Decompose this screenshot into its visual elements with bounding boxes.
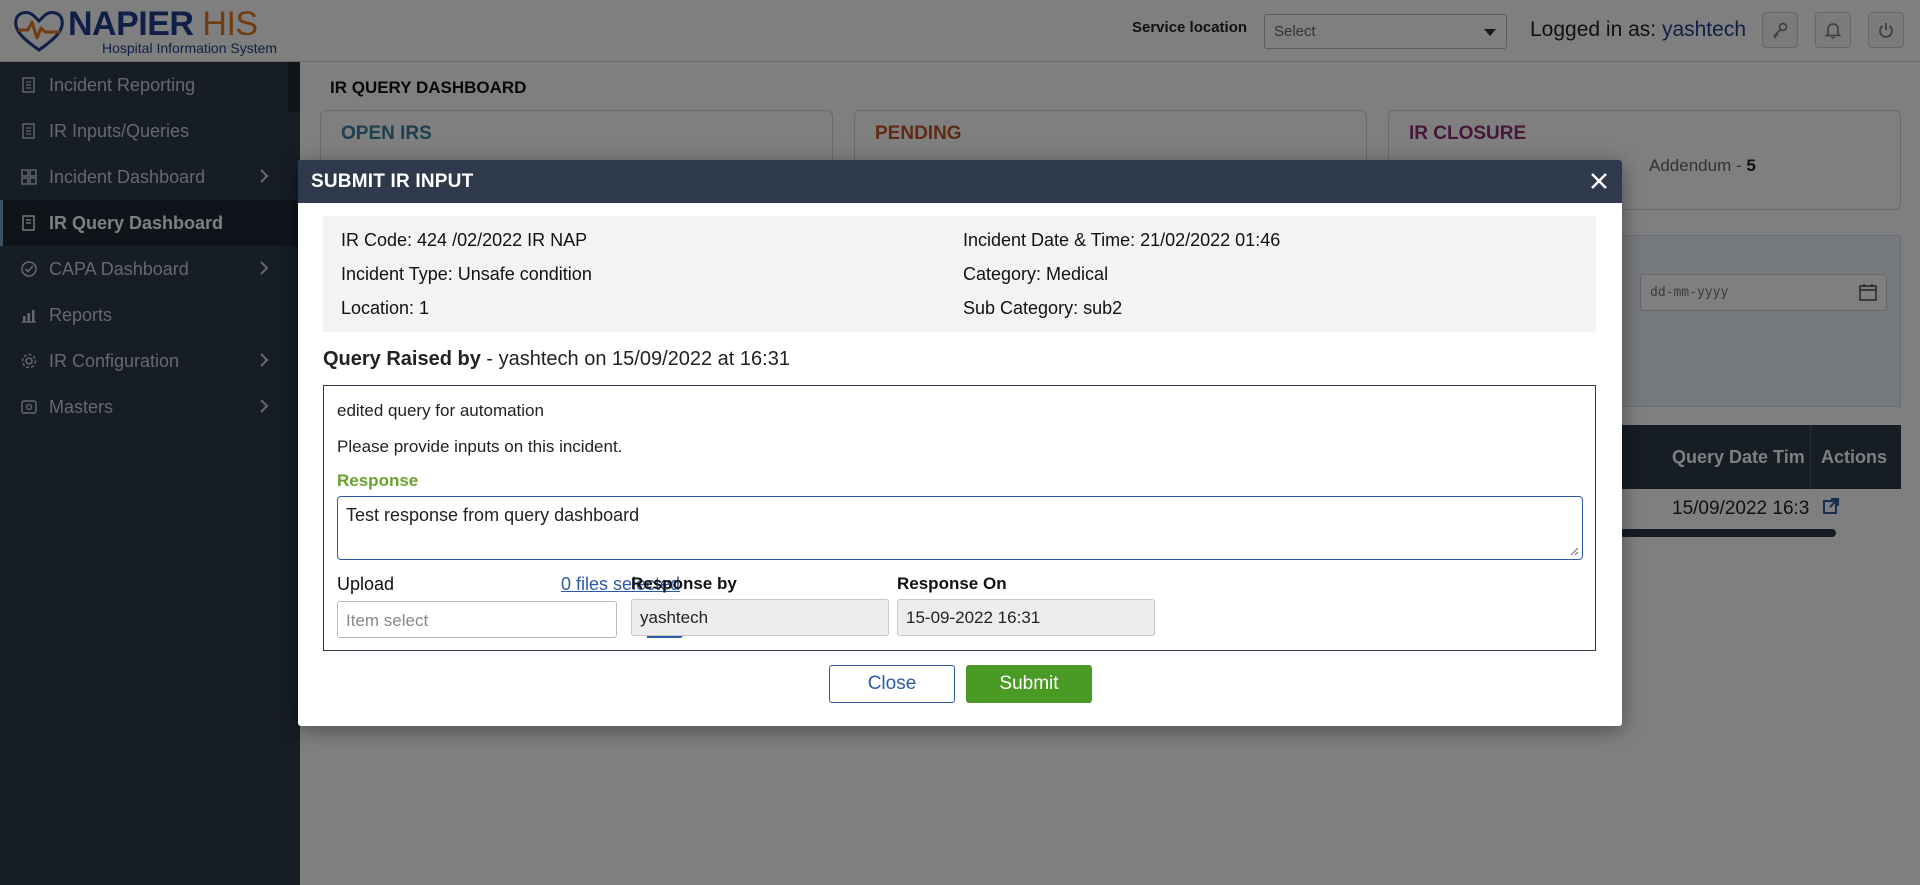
close-button[interactable]: Close bbox=[829, 665, 955, 703]
incident-datetime: Incident Date & Time: 21/02/2022 01:46 bbox=[963, 230, 1281, 250]
response-by-label: Response by bbox=[631, 574, 737, 593]
response-on-label: Response On bbox=[897, 574, 1007, 593]
resize-grip-icon[interactable] bbox=[1569, 546, 1579, 556]
query-text: edited query for automation bbox=[337, 401, 544, 420]
dialog-header: SUBMIT IR INPUT bbox=[298, 160, 1622, 203]
response-on-value: 15-09-2022 16:31 bbox=[906, 608, 1041, 627]
ir-code: IR Code: 424 /02/2022 IR NAP bbox=[341, 230, 588, 250]
dialog-title: SUBMIT IR INPUT bbox=[311, 171, 474, 192]
submit-button[interactable]: Submit bbox=[966, 665, 1092, 703]
query-instruction: Please provide inputs on this incident. bbox=[337, 437, 623, 456]
response-label: Response bbox=[337, 471, 419, 490]
incident-info-panel: IR Code: 424 /02/2022 IR NAP Incident Ty… bbox=[323, 216, 1596, 332]
close-icon bbox=[1591, 173, 1607, 189]
query-panel: edited query for automation Please provi… bbox=[323, 385, 1596, 651]
sub-category: Sub Category: sub2 bbox=[963, 298, 1123, 318]
query-raised-label: Query Raised by bbox=[323, 348, 481, 370]
response-on-field: 15-09-2022 16:31 bbox=[897, 599, 1155, 636]
category: Category: Medical bbox=[963, 264, 1109, 284]
submit-ir-input-dialog: SUBMIT IR INPUT IR Code: 424 /02/2022 IR… bbox=[298, 160, 1622, 726]
dialog-close-button[interactable] bbox=[1586, 168, 1612, 194]
response-textarea[interactable]: Test response from query dashboard bbox=[337, 496, 1583, 560]
upload-input[interactable]: Item select bbox=[337, 601, 617, 638]
response-text: Test response from query dashboard bbox=[346, 505, 640, 525]
response-by-value: yashtech bbox=[640, 608, 709, 627]
response-by-field: yashtech bbox=[631, 599, 889, 636]
query-raised-by: Query Raised by - yashtech on 15/09/2022… bbox=[323, 348, 790, 371]
location: Location: 1 bbox=[341, 298, 430, 318]
query-raised-detail: - yashtech on 15/09/2022 at 16:31 bbox=[480, 348, 790, 370]
upload-label: Upload bbox=[337, 574, 395, 594]
upload-placeholder: Item select bbox=[346, 611, 429, 630]
incident-type: Incident Type: Unsafe condition bbox=[341, 264, 592, 284]
